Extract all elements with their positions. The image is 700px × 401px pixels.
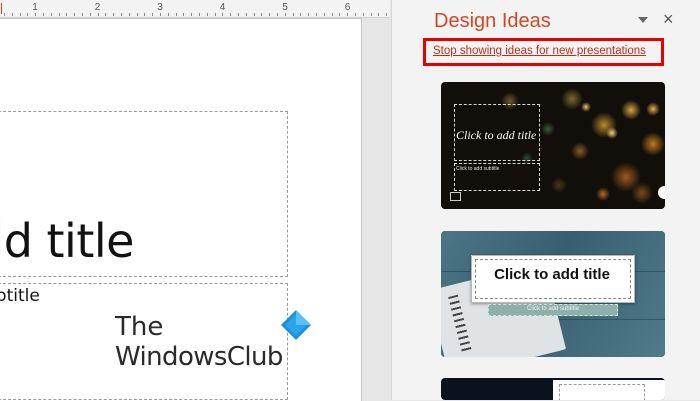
ruler-tick bbox=[378, 13, 380, 16]
video-icon bbox=[450, 192, 461, 201]
ruler-number: 5 bbox=[282, 2, 288, 13]
ruler-tick bbox=[4, 13, 5, 16]
bokeh-light bbox=[541, 122, 555, 136]
bokeh-light bbox=[561, 88, 583, 110]
scroll-indicator-dot bbox=[658, 186, 665, 199]
ruler-tick bbox=[261, 13, 263, 16]
ruler-tick bbox=[19, 13, 21, 16]
thumbnail-title: Click to add title bbox=[456, 128, 537, 142]
ruler-tick bbox=[175, 13, 177, 16]
ruler-tick bbox=[292, 13, 294, 16]
ruler-number: 4 bbox=[219, 2, 226, 13]
ruler-tick bbox=[230, 13, 232, 16]
ruler-tick bbox=[11, 13, 13, 16]
ruler-indent-marker[interactable] bbox=[1, 3, 2, 14]
ruler-tick bbox=[113, 13, 115, 16]
design-idea-thumbnail-1[interactable]: Click to add title Click to add subtitle bbox=[441, 82, 665, 209]
thumbnail-subtitle: Click to add subtitle bbox=[526, 306, 580, 312]
ruler-tick bbox=[245, 13, 247, 16]
ruler-tick bbox=[206, 13, 208, 16]
pane-options-chevron-down-icon[interactable] bbox=[638, 17, 648, 23]
ruler-tick bbox=[89, 13, 91, 16]
ruler-tick bbox=[222, 13, 224, 16]
ruler-tick bbox=[191, 13, 193, 16]
ruler-number: 3 bbox=[157, 2, 163, 13]
ruler-tick bbox=[27, 13, 29, 16]
ruler-tick bbox=[43, 13, 44, 16]
title-placeholder-text: dd title bbox=[0, 214, 134, 268]
ruler-tick bbox=[238, 13, 239, 16]
thumbnail-title-box bbox=[559, 384, 645, 400]
horizontal-ruler: 1 2 3 4 5 6 bbox=[0, 0, 390, 18]
ruler-tick bbox=[160, 13, 161, 16]
ruler-number: 2 bbox=[94, 2, 101, 13]
ruler-tick bbox=[284, 13, 286, 16]
close-icon[interactable]: × bbox=[663, 10, 674, 28]
bokeh-light bbox=[621, 100, 641, 120]
ruler-tick bbox=[339, 13, 341, 16]
ruler-tick bbox=[121, 13, 122, 16]
ruler-tick bbox=[370, 13, 372, 16]
ruler-tick bbox=[105, 13, 107, 16]
ruler-tick bbox=[316, 13, 317, 16]
ruler-number: 1 bbox=[32, 2, 38, 13]
bokeh-light bbox=[641, 132, 665, 156]
ruler-tick bbox=[35, 13, 37, 16]
bokeh-light bbox=[581, 102, 591, 112]
ruler-tick bbox=[167, 13, 169, 16]
pane-title: Design Ideas bbox=[434, 10, 551, 32]
thumbnail-subtitle: Click to add subtitle bbox=[456, 166, 500, 172]
bokeh-light bbox=[571, 142, 589, 160]
ruler-tick bbox=[50, 13, 52, 16]
ruler-tick bbox=[277, 13, 278, 16]
ruler-tick bbox=[152, 13, 154, 16]
ruler-tick bbox=[253, 13, 255, 16]
bokeh-light bbox=[551, 177, 567, 193]
subtitle-placeholder-text: ubtitle bbox=[0, 286, 40, 306]
design-idea-thumbnail-2[interactable]: Click to add title Click to add subtitle bbox=[441, 231, 665, 357]
bokeh-light bbox=[596, 187, 610, 201]
ruler-tick bbox=[362, 13, 364, 16]
ruler-tick bbox=[128, 13, 130, 16]
ruler-tick bbox=[386, 13, 388, 16]
ruler-tick bbox=[82, 13, 83, 16]
thumbnail-title: Click to add title bbox=[494, 266, 610, 283]
ruler-tick bbox=[97, 13, 99, 16]
watermark-line1: The bbox=[115, 312, 164, 342]
ruler-tick bbox=[269, 13, 271, 16]
ruler-tick bbox=[355, 13, 356, 16]
ruler-tick bbox=[308, 13, 310, 16]
ruler-tick bbox=[58, 13, 60, 16]
ruler-tick bbox=[199, 13, 200, 16]
design-idea-thumbnail-3[interactable] bbox=[441, 378, 665, 400]
windows-logo-icon bbox=[281, 310, 311, 340]
windowsclub-watermark: The WindowsClub bbox=[115, 310, 320, 372]
bokeh-light bbox=[606, 127, 618, 139]
bokeh-light bbox=[646, 102, 660, 116]
ruler-tick bbox=[144, 13, 146, 16]
title-placeholder[interactable]: dd title bbox=[0, 111, 288, 277]
ruler-tick bbox=[183, 13, 185, 16]
watermark-line2: WindowsClub bbox=[115, 342, 283, 372]
ruler-tick bbox=[331, 13, 333, 16]
ruler-tick bbox=[323, 13, 325, 16]
ruler-tick bbox=[300, 13, 302, 16]
ruler-tick bbox=[66, 13, 68, 16]
ruler-tick bbox=[347, 13, 349, 16]
ruler-tick bbox=[136, 13, 138, 16]
stop-showing-ideas-link[interactable]: Stop showing ideas for new presentations bbox=[433, 45, 646, 57]
ruler-number: 6 bbox=[344, 2, 351, 13]
ruler-tick bbox=[74, 13, 76, 16]
ruler-tick bbox=[214, 13, 216, 16]
bokeh-light bbox=[631, 182, 653, 204]
